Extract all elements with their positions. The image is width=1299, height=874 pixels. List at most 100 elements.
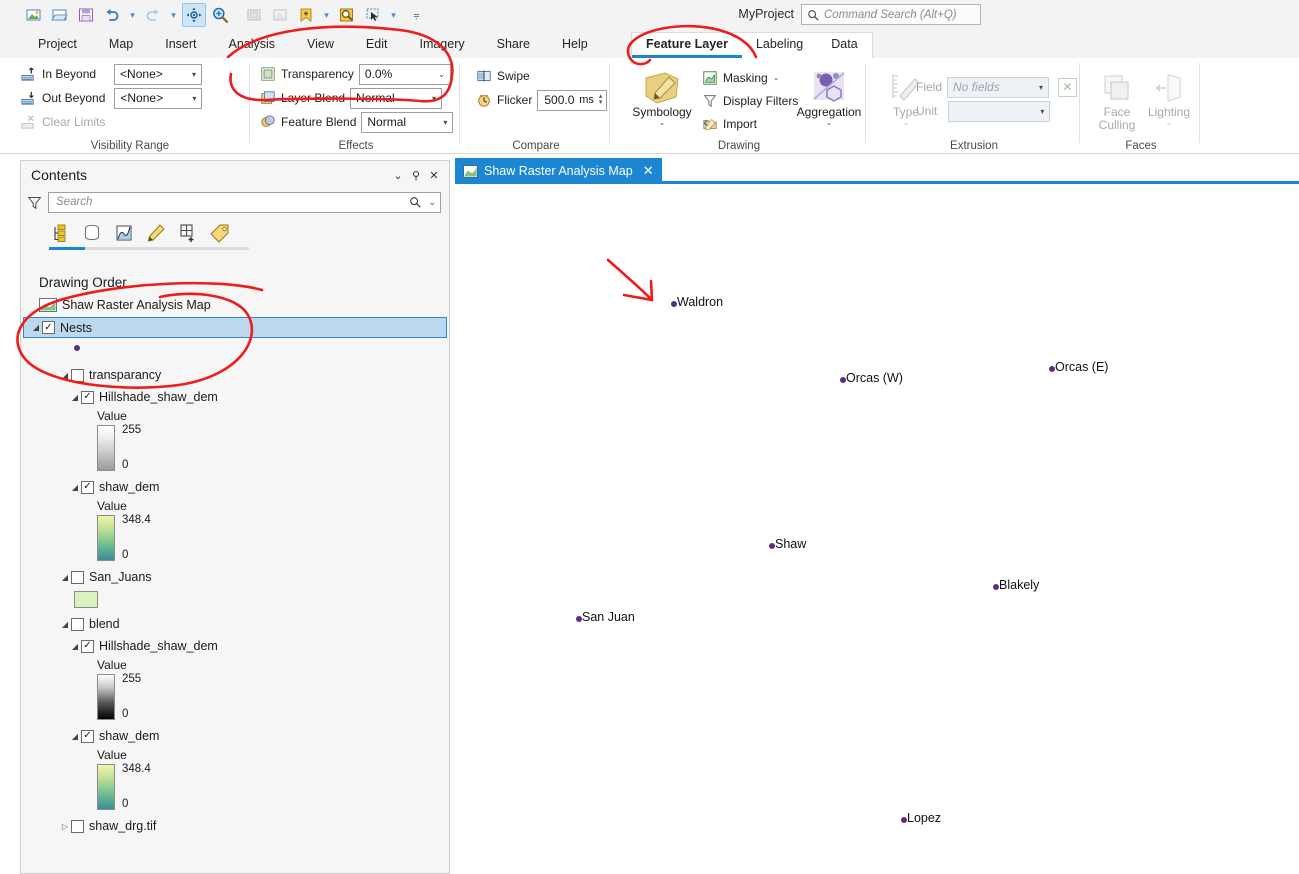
locate-icon[interactable] (335, 3, 359, 27)
list-by-drawing-order-icon[interactable] (49, 222, 71, 244)
expander-down-icon[interactable]: ◢ (59, 371, 71, 380)
previous-extent-icon[interactable] (268, 3, 292, 27)
contents-pane-header: Contents ⌄ ⚲ ✕ (21, 161, 449, 189)
chevron-down-icon: ▾ (1039, 82, 1044, 92)
open-project-icon[interactable] (48, 3, 72, 27)
filter-icon[interactable] (27, 195, 42, 210)
expander-down-icon[interactable]: ◢ (69, 393, 81, 402)
layer-checkbox-transparancy[interactable] (71, 368, 84, 382)
chevron-down-icon[interactable]: ⌄ (773, 73, 780, 82)
pane-close-icon[interactable]: ✕ (425, 166, 443, 184)
pane-menu-icon[interactable]: ⌄ (389, 166, 407, 184)
toc-layer-transparancy[interactable]: ◢ transparancy (21, 364, 449, 386)
command-search-placeholder: Command Search (Alt+Q) (824, 8, 957, 21)
toc-map-root[interactable]: Shaw Raster Analysis Map (21, 294, 449, 316)
search-icon[interactable] (409, 196, 422, 208)
symbology-button[interactable]: Symbology ⌄ (624, 68, 700, 127)
tab-feature-layer[interactable]: Feature Layer (632, 34, 742, 58)
layer-blend-combo[interactable]: Normal ▾ (350, 87, 443, 109)
transparency-combo[interactable]: 0.0% ⌄ (358, 63, 451, 85)
tab-share[interactable]: Share (481, 30, 546, 58)
spinner-arrows-icon[interactable]: ▴ ▾ (596, 93, 606, 106)
toc-layer-nests[interactable]: ◢ ✓ Nests (23, 317, 447, 338)
zoom-in-icon[interactable] (208, 3, 232, 27)
layer-checkbox-sanjuans[interactable] (71, 570, 84, 584)
aggregation-button[interactable]: Aggregation ⌄ (794, 68, 864, 127)
layer-checkbox-shawdem-1[interactable]: ✓ (81, 480, 94, 494)
search-options-chevron-icon[interactable]: ⌄ (428, 197, 436, 208)
flicker-spinner[interactable]: 500.0 ms ▴ ▾ (537, 89, 608, 111)
tab-edit[interactable]: Edit (350, 30, 404, 58)
close-icon[interactable]: ✕ (639, 163, 654, 179)
toc-layer-sanjuans[interactable]: ◢ San_Juans (21, 566, 449, 588)
expander-down-icon[interactable]: ◢ (69, 483, 81, 492)
expander-down-icon[interactable]: ◢ (59, 573, 71, 582)
swipe-label[interactable]: Swipe (497, 69, 530, 83)
toc-layer-shawdem-1[interactable]: ◢ ✓ shaw_dem (21, 476, 449, 498)
save-project-icon[interactable] (74, 3, 98, 27)
expander-down-icon[interactable]: ◢ (69, 732, 81, 741)
tab-help[interactable]: Help (546, 30, 604, 58)
polygon-symbol-swatch (74, 590, 98, 608)
customize-qat-icon[interactable]: ⩦ (410, 3, 423, 27)
toc-layer-shawdem-2[interactable]: ◢ ✓ shaw_dem (21, 725, 449, 747)
layer-checkbox-shawdrg[interactable] (71, 819, 84, 833)
lighting-button: Lighting ⌄ (1144, 68, 1194, 127)
feature-blend-combo[interactable]: Normal ▾ (361, 111, 454, 133)
toc-layer-hillshade-1[interactable]: ◢ ✓ Hillshade_shaw_dem (21, 386, 449, 408)
layer-checkbox-blend[interactable] (71, 617, 84, 631)
chevron-down-icon[interactable]: ⌄ (826, 119, 833, 127)
out-beyond-icon (21, 91, 34, 105)
toc-layer-hillshade-2[interactable]: ◢ ✓ Hillshade_shaw_dem (21, 635, 449, 657)
new-project-icon[interactable] (22, 3, 46, 27)
map-canvas[interactable]: Waldron Orcas (W) Orcas (E) Shaw Blakely… (455, 184, 1299, 874)
legend-min: 0 (122, 459, 129, 471)
bookmarks-icon[interactable] (294, 3, 318, 27)
layer-checkbox-nests[interactable]: ✓ (42, 321, 55, 334)
list-by-selection-icon[interactable] (113, 222, 135, 244)
select-features-icon[interactable] (361, 3, 385, 27)
tab-analysis[interactable]: Analysis (213, 30, 292, 58)
list-by-editing-icon[interactable] (145, 222, 167, 244)
expander-down-icon[interactable]: ◢ (30, 323, 42, 332)
quick-access-toolbar: ▾ ▾ ▾ ▾ ⩦ MyProject Command Search (Alt+… (0, 0, 1299, 30)
select-dropdown-icon[interactable]: ▾ (387, 3, 400, 27)
search-input[interactable]: Search ⌄ (48, 191, 441, 213)
layer-checkbox-hillshade-2[interactable]: ✓ (81, 639, 94, 653)
tab-labeling[interactable]: Labeling (742, 34, 817, 58)
expander-down-icon[interactable]: ◢ (59, 620, 71, 629)
import-button[interactable]: Import (702, 112, 757, 135)
list-by-snapping-icon[interactable] (177, 222, 199, 244)
legend-range: 255 0 (122, 424, 141, 471)
clear-limits-label[interactable]: Clear Limits (42, 115, 105, 129)
masking-button[interactable]: Masking ⌄ (702, 66, 779, 89)
toc-layer-blend[interactable]: ◢ blend (21, 613, 449, 635)
layer-checkbox-hillshade-1[interactable]: ✓ (81, 390, 94, 404)
redo-icon[interactable] (141, 3, 165, 27)
tab-view[interactable]: View (291, 30, 350, 58)
command-search-input[interactable]: Command Search (Alt+Q) (801, 4, 981, 25)
display-filters-button[interactable]: Display Filters (702, 89, 798, 112)
expander-down-icon[interactable]: ◢ (69, 642, 81, 651)
out-beyond-combo[interactable]: <None> ▾ (114, 87, 203, 109)
layer-checkbox-shawdem-2[interactable]: ✓ (81, 729, 94, 743)
tab-map[interactable]: Map (93, 30, 149, 58)
in-beyond-combo[interactable]: <None> ▾ (114, 63, 203, 85)
map-tab-shaw-raster-analysis-map[interactable]: Shaw Raster Analysis Map ✕ (455, 158, 662, 184)
tab-imagery[interactable]: Imagery (403, 30, 480, 58)
redo-dropdown-icon[interactable]: ▾ (167, 3, 180, 27)
chevron-down-icon[interactable]: ⌄ (659, 119, 666, 127)
undo-icon[interactable] (100, 3, 124, 27)
toc-layer-shawdrg[interactable]: ▷ shaw_drg.tif (21, 815, 449, 837)
tab-data[interactable]: Data (817, 34, 871, 58)
bookmarks-dropdown-icon[interactable]: ▾ (320, 3, 333, 27)
expander-right-icon[interactable]: ▷ (59, 822, 71, 831)
list-by-labeling-icon[interactable] (209, 222, 231, 244)
tab-project[interactable]: Project (22, 30, 93, 58)
pane-pin-icon[interactable]: ⚲ (407, 166, 425, 184)
explore-navigate-icon[interactable] (182, 3, 206, 27)
tab-insert[interactable]: Insert (149, 30, 212, 58)
list-by-data-source-icon[interactable] (81, 222, 103, 244)
undo-dropdown-icon[interactable]: ▾ (126, 3, 139, 27)
full-extent-icon[interactable] (242, 3, 266, 27)
